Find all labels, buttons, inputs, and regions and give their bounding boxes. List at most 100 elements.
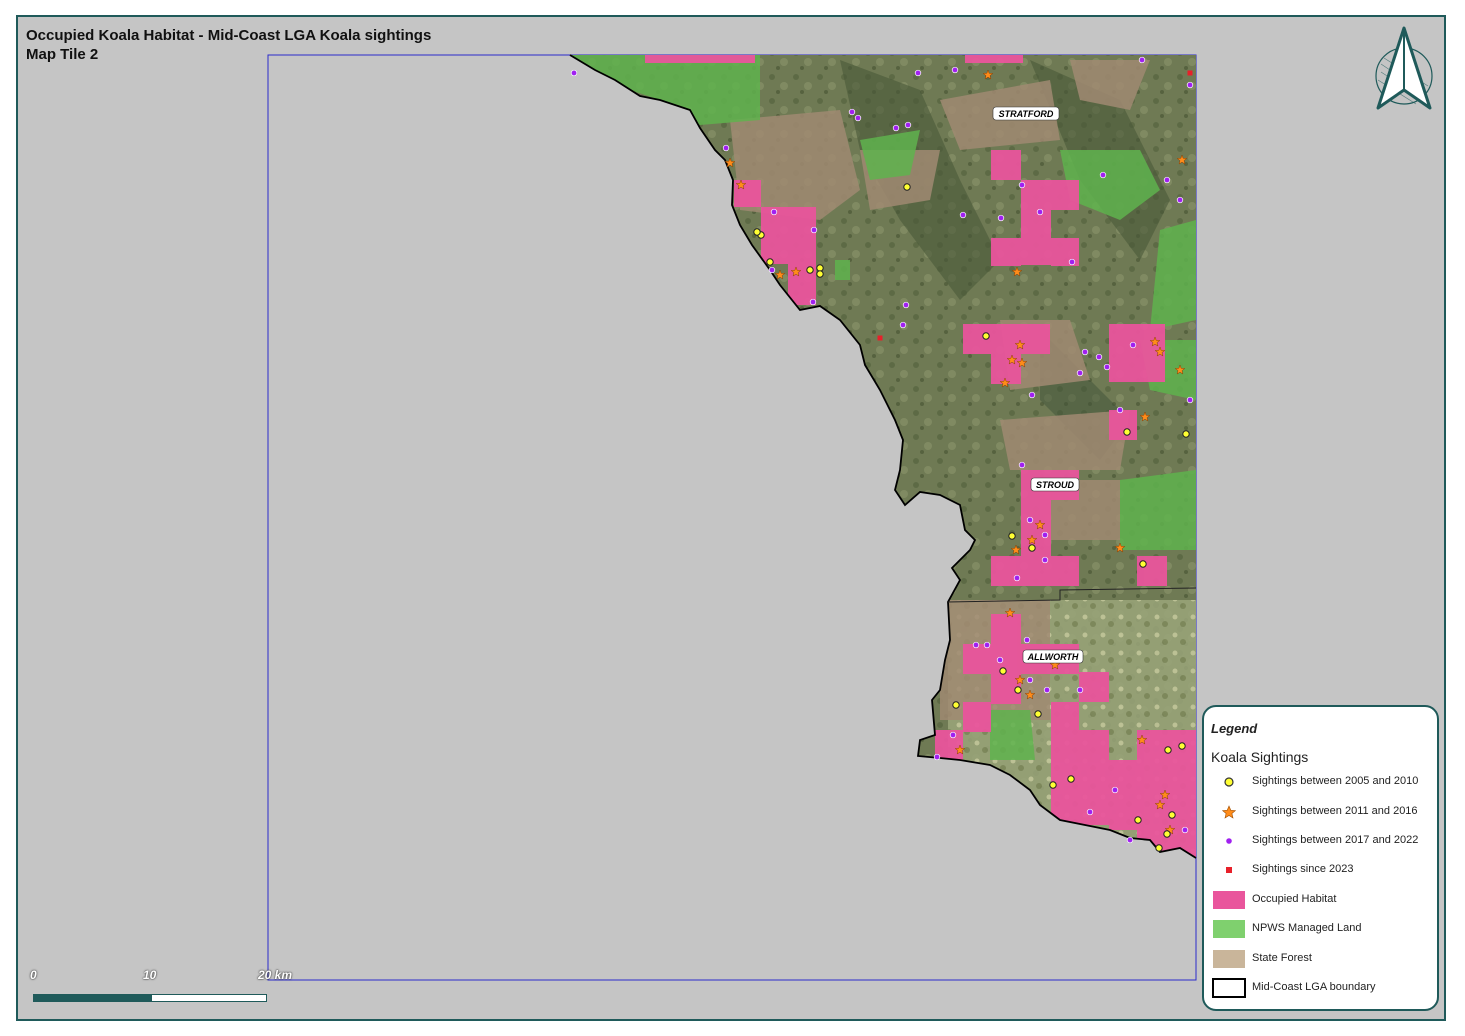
sighting-2005-2010 (1139, 560, 1147, 568)
sighting-2005-2010 (1034, 710, 1042, 718)
sighting-2017-2022 (1026, 676, 1034, 684)
sighting-2017-2022 (1041, 531, 1049, 539)
sighting-2017-2022 (1103, 363, 1111, 371)
tan-swatch-icon (1213, 950, 1245, 968)
sighting-2017-2022 (902, 301, 910, 309)
sighting-2005-2010 (1067, 775, 1075, 783)
sighting-2017-2022 (1181, 826, 1189, 834)
sighting-2017-2022 (1186, 396, 1194, 404)
sighting-2017-2022 (1095, 353, 1103, 361)
map-title: Occupied Koala Habitat - Mid-Coast LGA K… (26, 27, 432, 44)
sighting-2017-2022 (722, 144, 730, 152)
svg-text:ALLWORTH: ALLWORTH (1027, 652, 1079, 662)
sighting-2017-2022 (854, 114, 862, 122)
sighting-2017-2022 (1186, 81, 1194, 89)
sighting-2005-2010 (816, 264, 824, 272)
sighting-2017-2022 (1041, 556, 1049, 564)
sighting-2017-2022 (1111, 786, 1119, 794)
sighting-2017-2022 (1176, 196, 1184, 204)
place-label-allworth: ALLWORTH (1022, 649, 1084, 664)
sighting-2017-2022 (1086, 808, 1094, 816)
sighting-2005-2010 (1164, 746, 1172, 754)
sighting-since-2023 (1187, 70, 1193, 76)
sighting-2005-2010 (1049, 781, 1057, 789)
green-swatch-icon (1213, 920, 1245, 938)
sighting-2017-2022 (1028, 391, 1036, 399)
sighting-2017-2022 (997, 214, 1005, 222)
svg-text:STROUD: STROUD (1036, 480, 1075, 490)
sighting-2005-2010 (816, 270, 824, 278)
scale-segment-light (151, 994, 267, 1002)
sighting-2017-2022 (914, 69, 922, 77)
sighting-2005-2010 (1014, 686, 1022, 694)
sighting-2017-2022 (810, 226, 818, 234)
sighting-2017-2022 (933, 753, 941, 761)
sighting-2005-2010 (1178, 742, 1186, 750)
sighting-2017-2022 (1081, 348, 1089, 356)
place-label-stroud: STROUD (1030, 477, 1080, 492)
sighting-2005-2010 (1182, 430, 1190, 438)
sighting-2005-2010 (753, 228, 761, 236)
sighting-2005-2010 (1155, 844, 1163, 852)
legend-item-since-2023: Sightings since 2023 (1212, 860, 1437, 882)
sighting-2017-2022 (899, 321, 907, 329)
sighting-2005-2010 (1168, 811, 1176, 819)
sighting-2005-2010 (1028, 544, 1036, 552)
sighting-2017-2022 (1126, 836, 1134, 844)
sighting-2017-2022 (1068, 258, 1076, 266)
sighting-2017-2022 (972, 641, 980, 649)
legend-subtitle: Koala Sightings (1211, 749, 1309, 765)
sighting-2017-2022 (1018, 181, 1026, 189)
place-label-stratford: STRATFORD (992, 106, 1060, 121)
outline-swatch-icon (1212, 978, 1246, 998)
scale-label-10: 10 (143, 968, 157, 982)
sighting-2017-2022 (1163, 176, 1171, 184)
sighting-2017-2022 (570, 69, 578, 77)
sighting-2005-2010 (1008, 532, 1016, 540)
sighting-2017-2022 (809, 298, 817, 306)
sighting-2005-2010 (982, 332, 990, 340)
sighting-2017-2022 (983, 641, 991, 649)
legend-item-2017-2022: Sightings between 2017 and 2022 (1212, 831, 1437, 853)
sighting-2017-2022 (1076, 686, 1084, 694)
north-arrow-icon (1375, 26, 1433, 110)
sighting-2017-2022 (770, 208, 778, 216)
scale-segment-dark (33, 994, 151, 1002)
legend-item-occupied-habitat: Occupied Habitat (1212, 890, 1437, 912)
sighting-2017-2022 (1023, 636, 1031, 644)
orange-star-icon (1222, 805, 1236, 819)
sighting-2017-2022 (904, 121, 912, 129)
legend-item-2011-2016: Sightings between 2011 and 2016 (1212, 802, 1437, 824)
sighting-2017-2022 (1026, 516, 1034, 524)
legend-item-state-forest: State Forest (1212, 949, 1437, 971)
sighting-2017-2022 (848, 108, 856, 116)
land-area (570, 55, 1196, 858)
scale-label-20: 20 km (258, 968, 293, 982)
sighting-since-2023 (877, 335, 883, 341)
red-square-icon (1226, 867, 1232, 873)
sighting-2017-2022 (951, 66, 959, 74)
sighting-2005-2010 (1123, 428, 1131, 436)
pink-swatch-icon (1213, 891, 1245, 909)
sighting-2017-2022 (1018, 461, 1026, 469)
sighting-2017-2022 (996, 656, 1004, 664)
sighting-2005-2010 (1134, 816, 1142, 824)
sighting-2017-2022 (768, 266, 776, 274)
sighting-2017-2022 (1138, 56, 1146, 64)
sighting-2017-2022 (1013, 574, 1021, 582)
sighting-2017-2022 (1036, 208, 1044, 216)
sighting-2017-2022 (1099, 171, 1107, 179)
map-subtitle: Map Tile 2 (26, 46, 99, 63)
legend-item-2005-2010: Sightings between 2005 and 2010 (1212, 772, 1437, 794)
legend-title: Legend (1211, 721, 1258, 736)
sighting-2017-2022 (892, 124, 900, 132)
sighting-2005-2010 (999, 667, 1007, 675)
yellow-circle-icon (1224, 777, 1234, 787)
sighting-2005-2010 (766, 258, 774, 266)
legend-panel: Legend Koala Sightings Sightings between… (1202, 705, 1439, 1011)
sighting-2017-2022 (1076, 369, 1084, 377)
legend-item-lga-boundary: Mid-Coast LGA boundary (1212, 978, 1437, 1000)
scale-bar: 0 10 20 km (30, 968, 320, 1018)
purple-circle-icon (1225, 837, 1233, 845)
sighting-2005-2010 (952, 701, 960, 709)
